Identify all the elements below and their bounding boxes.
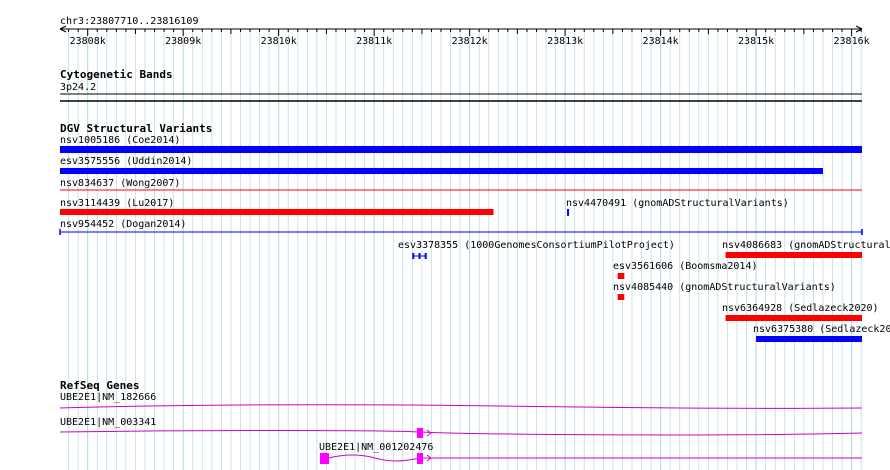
track-title-refseq: RefSeq Genes (60, 379, 139, 392)
dgv-variant-label: nsv4085440 (gnomADStructuralVariants) (613, 282, 836, 293)
ruler-tick-label: 23808k (70, 36, 106, 47)
dgv-variant-label: nsv3114439 (Lu2017) (60, 198, 174, 209)
dgv-variant[interactable]: nsv1005186 (Coe2014) (60, 135, 862, 153)
dgv-variant[interactable]: nsv3114439 (Lu2017) (60, 198, 494, 215)
track-title-cytobands: Cytogenetic Bands (60, 68, 173, 81)
dgv-variant-label: nsv4470491 (gnomADStructuralVariants) (566, 198, 789, 209)
genome-browser-view: chr3:23807710..23816109 23808k 23809k 2381… (59, 16, 890, 470)
dgv-variant[interactable]: nsv4086683 (gnomADStructural (722, 240, 890, 258)
gene-label: UBE2E1|NM_001202476 (319, 442, 433, 453)
gene-feature[interactable]: UBE2E1|NM_182666 (59, 392, 863, 409)
dgv-variant[interactable]: nsv6375380 (Sedlazeck20 (753, 324, 890, 342)
dgv-variant-bar (412, 253, 415, 259)
ruler-tick-label: 23816k (834, 36, 870, 47)
locus-label: chr3:23807710..23816109 (60, 16, 198, 27)
dgv-variant-label: esv3561606 (Boomsma2014) (613, 261, 758, 272)
dgv-variant-bar (617, 273, 625, 279)
dgv-variant-label: nsv1005186 (Coe2014) (60, 135, 180, 146)
gene-exon (417, 453, 423, 464)
dgv-variant-label: nsv834637 (Wong2007) (60, 178, 180, 189)
ruler-tick-label: 23810k (261, 36, 297, 47)
dgv-variant-label: nsv954452 (Dogan2014) (60, 219, 186, 230)
dgv-variant-bar (418, 253, 421, 259)
dgv-variant-bar (60, 146, 862, 153)
dgv-variant-bar (617, 294, 625, 300)
ruler-tick-label: 23809k (165, 36, 201, 47)
gene-intron-line (59, 404, 863, 409)
dgv-variant[interactable]: nsv834637 (Wong2007) (60, 178, 862, 191)
refseq-track[interactable]: RefSeq Genes UBE2E1|NM_182666 UBE2E1|NM_… (59, 379, 863, 464)
dgv-variant-bar (424, 253, 427, 259)
gene-feature[interactable]: UBE2E1|NM_001202476 (319, 442, 862, 464)
dgv-variant-label: esv3378355 (1000GenomesConsortiumPilotPr… (398, 240, 675, 251)
dgv-variant-bar (567, 209, 570, 216)
dgv-variant[interactable]: esv3561606 (Boomsma2014) (613, 261, 758, 279)
ruler-tick-label: 23812k (452, 36, 488, 47)
dgv-variant-label: nsv6364928 (Sedlazeck2020) (722, 303, 879, 314)
dgv-variant[interactable]: nsv6364928 (Sedlazeck2020) (722, 303, 879, 321)
gene-exon (417, 428, 423, 438)
dgv-variant[interactable]: nsv954452 (Dogan2014) (59, 219, 863, 235)
gene-label: UBE2E1|NM_182666 (60, 392, 156, 403)
gene-exon (320, 453, 329, 464)
ruler-tick-label: 23815k (738, 36, 774, 47)
dgv-variant-bar (756, 336, 862, 342)
dgv-variant-bar (60, 209, 494, 215)
ruler-tick-label: 23814k (643, 36, 679, 47)
dgv-variant-bar (725, 315, 862, 321)
dgv-variant-bar (60, 168, 823, 174)
track-title-dgv: DGV Structural Variants (60, 122, 212, 135)
cytoband-label: 3p24.2 (60, 82, 96, 93)
ruler-track[interactable]: chr3:23807710..23816109 23808k 23809k 2381… (59, 16, 870, 47)
dgv-variant-bar (725, 252, 862, 258)
ruler-tick-label: 23811k (356, 36, 392, 47)
ruler-tick-label: 23813k (547, 36, 583, 47)
cytogenetic-bands-track[interactable]: Cytogenetic Bands 3p24.2 (60, 68, 862, 102)
dgv-variant-label: esv3575556 (Uddin2014) (60, 156, 192, 167)
dgv-variant-label: nsv6375380 (Sedlazeck20 (753, 324, 890, 335)
gene-intron-line (59, 430, 863, 436)
gene-feature[interactable]: UBE2E1|NM_003341 (59, 417, 863, 438)
dgv-variant[interactable]: nsv4470491 (gnomADStructuralVariants) (566, 198, 789, 216)
dgv-variant[interactable]: nsv4085440 (gnomADStructuralVariants) (613, 282, 836, 300)
gene-label: UBE2E1|NM_003341 (60, 417, 156, 428)
dgv-variant-label: nsv4086683 (gnomADStructural (722, 240, 890, 251)
strand-arrow-icon (426, 429, 432, 437)
